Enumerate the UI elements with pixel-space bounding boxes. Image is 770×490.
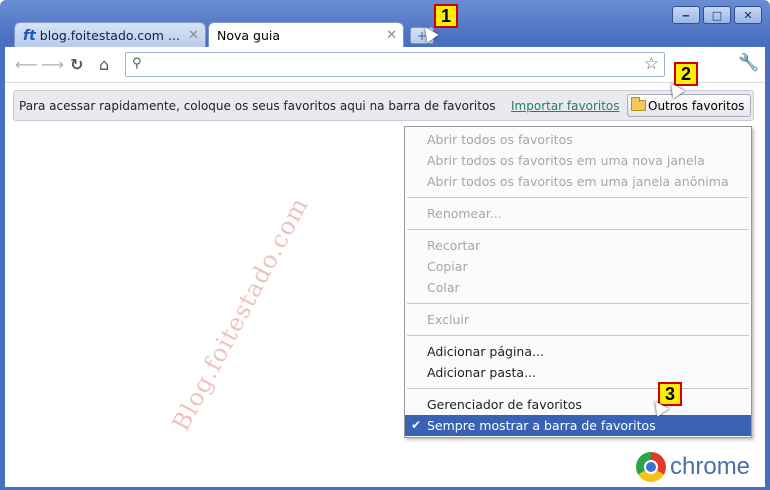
chrome-logo: chrome [636, 452, 750, 482]
forward-icon[interactable]: ⟶ [41, 55, 64, 74]
menu-separator [407, 388, 749, 389]
wrench-icon[interactable]: 🔧 [738, 53, 759, 73]
menu-separator [407, 303, 749, 304]
foitestado-favicon-icon: ft [23, 27, 36, 44]
home-icon[interactable]: ⌂ [99, 55, 109, 74]
callout-badge-1: 1 [434, 4, 458, 28]
menu-separator [407, 229, 749, 230]
menu-item-copy[interactable]: Copiar [405, 256, 751, 277]
menu-item-open-all-new-window[interactable]: Abrir todos os favoritos em uma nova jan… [405, 150, 751, 171]
menu-item-cut[interactable]: Recortar [405, 235, 751, 256]
close-tab-icon[interactable]: ✕ [386, 28, 397, 43]
chrome-logo-icon [636, 452, 666, 482]
window-controls: ‒ □ ✕ [672, 6, 762, 24]
menu-separator [407, 197, 749, 198]
menu-item-delete[interactable]: Excluir [405, 309, 751, 330]
import-bookmarks-link[interactable]: Importar favoritos [511, 99, 620, 113]
tab-blog[interactable]: ft blog.foitestado.com ... ✕ [14, 22, 206, 48]
menu-item-add-page[interactable]: Adicionar página... [405, 341, 751, 362]
menu-item-open-all[interactable]: Abrir todos os favoritos [405, 129, 751, 150]
checkmark-icon: ✔ [411, 418, 422, 432]
menu-item-paste[interactable]: Colar [405, 277, 751, 298]
chrome-logo-text: chrome [670, 453, 751, 480]
omnibox[interactable]: ⚲ ☆ [125, 52, 665, 77]
menu-item-bookmark-manager[interactable]: Gerenciador de favoritos [405, 394, 751, 415]
bookmarks-bar-message: Para acessar rapidamente, coloque os seu… [19, 99, 496, 113]
star-icon[interactable]: ☆ [644, 54, 659, 74]
menu-item-rename[interactable]: Renomear... [405, 203, 751, 224]
maximize-button[interactable]: □ [703, 6, 731, 24]
folder-icon [631, 97, 646, 111]
tab-nova-guia[interactable]: Nova guia ✕ [208, 22, 404, 48]
search-icon: ⚲ [132, 56, 142, 71]
tab-title: Nova guia [217, 28, 281, 43]
menu-item-always-show-bookmarks-bar[interactable]: ✔ Sempre mostrar a barra de favoritos [405, 415, 751, 436]
menu-item-open-all-incognito[interactable]: Abrir todos os favoritos em uma janela a… [405, 171, 751, 192]
back-icon[interactable]: ⟵ [15, 55, 38, 74]
other-bookmarks-button[interactable]: Outros favoritos [627, 94, 751, 117]
close-window-button[interactable]: ✕ [734, 6, 762, 24]
other-bookmarks-label: Outros favoritos [648, 98, 745, 113]
bookmarks-bar: Para acessar rapidamente, coloque os seu… [13, 90, 754, 121]
close-tab-icon[interactable]: ✕ [188, 28, 199, 43]
menu-item-label: Sempre mostrar a barra de favoritos [427, 418, 656, 433]
bookmarks-context-menu: Abrir todos os favoritos Abrir todos os … [404, 126, 752, 438]
reload-icon[interactable]: ↻ [70, 55, 83, 74]
menu-item-add-folder[interactable]: Adicionar pasta... [405, 362, 751, 383]
minimize-button[interactable]: ‒ [672, 6, 700, 24]
toolbar: ⟵ ⟶ ↻ ⌂ ⚲ ☆ 🔧 [5, 47, 765, 83]
address-input[interactable] [150, 55, 630, 74]
tab-title: blog.foitestado.com ... [39, 28, 180, 43]
menu-separator [407, 335, 749, 336]
